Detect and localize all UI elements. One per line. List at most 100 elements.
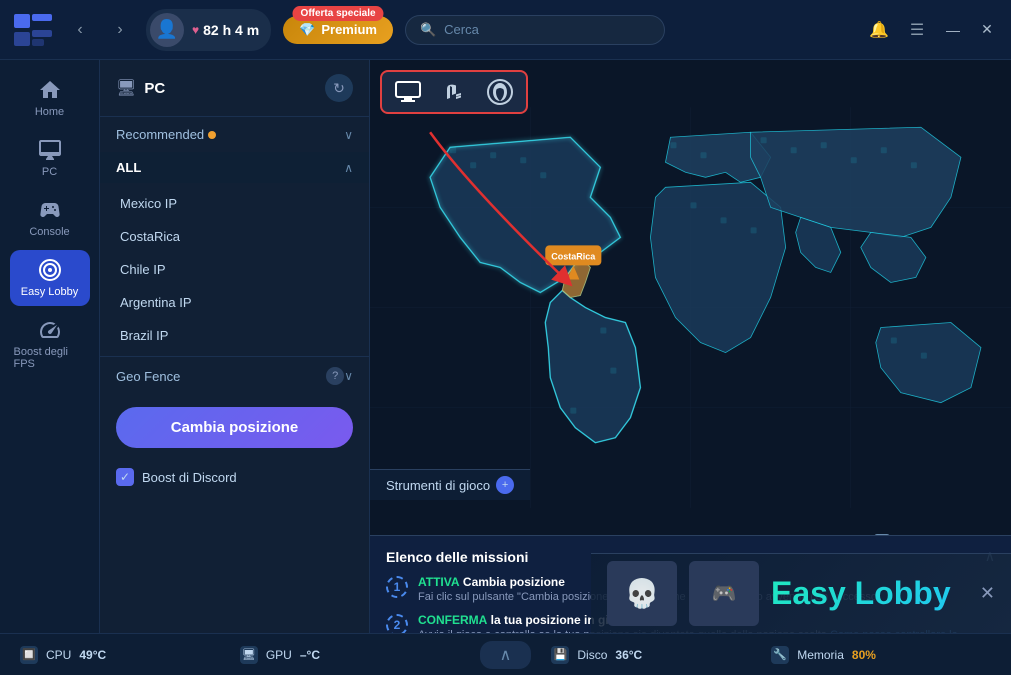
step-1-action-text: Cambia posizione (463, 575, 565, 589)
game-tools-label: Strumenti di gioco (386, 478, 490, 493)
memory-value: 80% (852, 648, 876, 662)
recommended-label: Recommended (116, 127, 344, 142)
sidebar: Home PC Console Easy Lobby Boost degli F… (0, 60, 100, 675)
sidebar-home-label: Home (35, 106, 64, 118)
chevron-down-icon: ∨ (344, 128, 353, 142)
app-logo (12, 12, 54, 48)
refresh-button[interactable]: ↻ (325, 74, 353, 102)
main-layout: Home PC Console Easy Lobby Boost degli F… (0, 60, 1011, 675)
recommended-section-header[interactable]: Recommended ∨ (100, 117, 369, 152)
geo-fence-label: Geo Fence (116, 369, 322, 384)
easylobby-thumb-img-2: 🎮 (689, 561, 759, 626)
topbar-actions: 🔔 ☰ — ✕ (865, 16, 999, 44)
sidebar-easy-lobby-label: Easy Lobby (21, 286, 78, 298)
all-section-header[interactable]: ALL ∧ (100, 152, 369, 183)
easylobby-overlay: 💀 🎮 Easy Lobby ✕ (591, 553, 1011, 633)
map-area: CostaRica Mostra l'ora locale (370, 60, 1011, 675)
memory-label: Memoria (797, 648, 844, 662)
avatar: 👤 (150, 13, 184, 47)
minimize-button[interactable]: — (941, 18, 965, 42)
premium-button[interactable]: Offerta speciale 💎 Premium (283, 16, 393, 44)
gpu-value: –°C (300, 648, 320, 662)
server-item-mexico[interactable]: Mexico IP (100, 187, 369, 220)
premium-gem-icon: 💎 (299, 22, 315, 38)
cpu-icon: 🔲 (20, 646, 38, 664)
server-item-argentina[interactable]: Argentina IP (100, 286, 369, 319)
menu-button[interactable]: ☰ (903, 16, 931, 44)
back-button[interactable]: ‹ (66, 16, 94, 44)
sidebar-item-boost-fps[interactable]: Boost degli FPS (10, 310, 90, 378)
server-item-costarica[interactable]: CostaRica (100, 220, 369, 253)
easylobby-thumb-img-1: 💀 (607, 561, 677, 626)
step-1-keyword: ATTIVA (418, 575, 460, 589)
sidebar-console-label: Console (29, 226, 69, 238)
server-name: Mexico IP (120, 196, 177, 211)
gpu-stat: 🖥 GPU –°C (240, 646, 460, 664)
server-item-brazil[interactable]: Brazil IP (100, 319, 369, 352)
sidebar-boost-fps-label: Boost degli FPS (14, 346, 86, 370)
easylobby-thumbnail-2: 🎮 (689, 561, 759, 626)
sidebar-item-home[interactable]: Home (10, 70, 90, 126)
disk-stat: 💾 Disco 36°C (551, 646, 771, 664)
boost-discord-checkbox[interactable]: ✓ (116, 468, 134, 486)
server-name: CostaRica (120, 229, 180, 244)
panel-title: PC (144, 80, 317, 97)
geo-fence-section[interactable]: Geo Fence ? ∨ (100, 356, 369, 395)
forward-button[interactable]: › (106, 16, 134, 44)
disk-value: 36°C (615, 648, 642, 662)
platform-tab-pc[interactable] (392, 78, 424, 106)
server-name: Argentina IP (120, 295, 192, 310)
cpu-stat: 🔲 CPU 49°C (20, 646, 240, 664)
sidebar-pc-label: PC (42, 166, 57, 178)
cpu-value: 49°C (79, 648, 106, 662)
server-name: Brazil IP (120, 328, 168, 343)
all-label: ALL (116, 160, 344, 175)
cpu-label: CPU (46, 648, 71, 662)
sidebar-item-pc[interactable]: PC (10, 130, 90, 186)
easylobby-close-button[interactable]: ✕ (980, 583, 995, 604)
sidebar-item-easy-lobby[interactable]: Easy Lobby (10, 250, 90, 306)
game-tools-info-icon[interactable]: + (496, 476, 514, 494)
boost-discord-row: ✓ Boost di Discord (100, 460, 369, 494)
game-tools-bar: Strumenti di gioco + (370, 469, 530, 500)
change-position-button[interactable]: Cambia posizione (116, 407, 353, 448)
gpu-label: GPU (266, 648, 292, 662)
easylobby-title: Easy Lobby (771, 575, 951, 612)
time-value: 82 h 4 m (203, 22, 259, 38)
monitor-icon: 🖥 (116, 78, 136, 98)
notification-button[interactable]: 🔔 (865, 16, 893, 44)
search-icon: 🔍 (420, 22, 436, 38)
step-2-keyword: CONFERMA (418, 613, 487, 627)
time-display: ♥ 82 h 4 m (192, 22, 259, 38)
server-name: Chile IP (120, 262, 166, 277)
bottom-bar: 🔲 CPU 49°C 🖥 GPU –°C ∧ 💾 Disco 36°C 🔧 Me… (0, 633, 1011, 675)
server-list: Mexico IP CostaRica Chile IP Argentina I… (100, 183, 369, 356)
chevron-up-icon: ∧ (344, 161, 353, 175)
platform-tab-playstation[interactable] (438, 78, 470, 106)
memory-stat: 🔧 Memoria 80% (771, 646, 991, 664)
geo-fence-help-icon[interactable]: ? (326, 367, 344, 385)
easylobby-thumbnail-1: 💀 (607, 561, 677, 626)
boost-discord-label: Boost di Discord (142, 470, 237, 485)
panel-header: 🖥 PC ↻ (100, 60, 369, 117)
premium-label: Premium (321, 22, 377, 37)
expand-button[interactable]: ∧ (480, 641, 532, 669)
step-1-number: 1 (386, 576, 408, 598)
gpu-icon: 🖥 (240, 646, 258, 664)
topbar: ‹ › 👤 ♥ 82 h 4 m Offerta speciale 💎 Prem… (0, 0, 1011, 60)
expand-button-container: ∧ (460, 641, 552, 669)
platform-tabs (380, 70, 528, 114)
svg-text:CostaRica: CostaRica (551, 251, 596, 261)
platform-tab-xbox[interactable] (484, 78, 516, 106)
change-btn-label: Cambia posizione (171, 419, 299, 436)
sidebar-item-console[interactable]: Console (10, 190, 90, 246)
profile-section: 👤 ♥ 82 h 4 m (146, 9, 271, 51)
geo-fence-chevron: ∨ (344, 369, 353, 383)
disk-label: Disco (577, 648, 607, 662)
memory-icon: 🔧 (771, 646, 789, 664)
close-button[interactable]: ✕ (975, 18, 999, 42)
search-box[interactable]: 🔍 Cerca (405, 15, 665, 45)
recommended-badge (208, 131, 216, 139)
special-offer-badge: Offerta speciale (293, 6, 384, 21)
server-item-chile[interactable]: Chile IP (100, 253, 369, 286)
